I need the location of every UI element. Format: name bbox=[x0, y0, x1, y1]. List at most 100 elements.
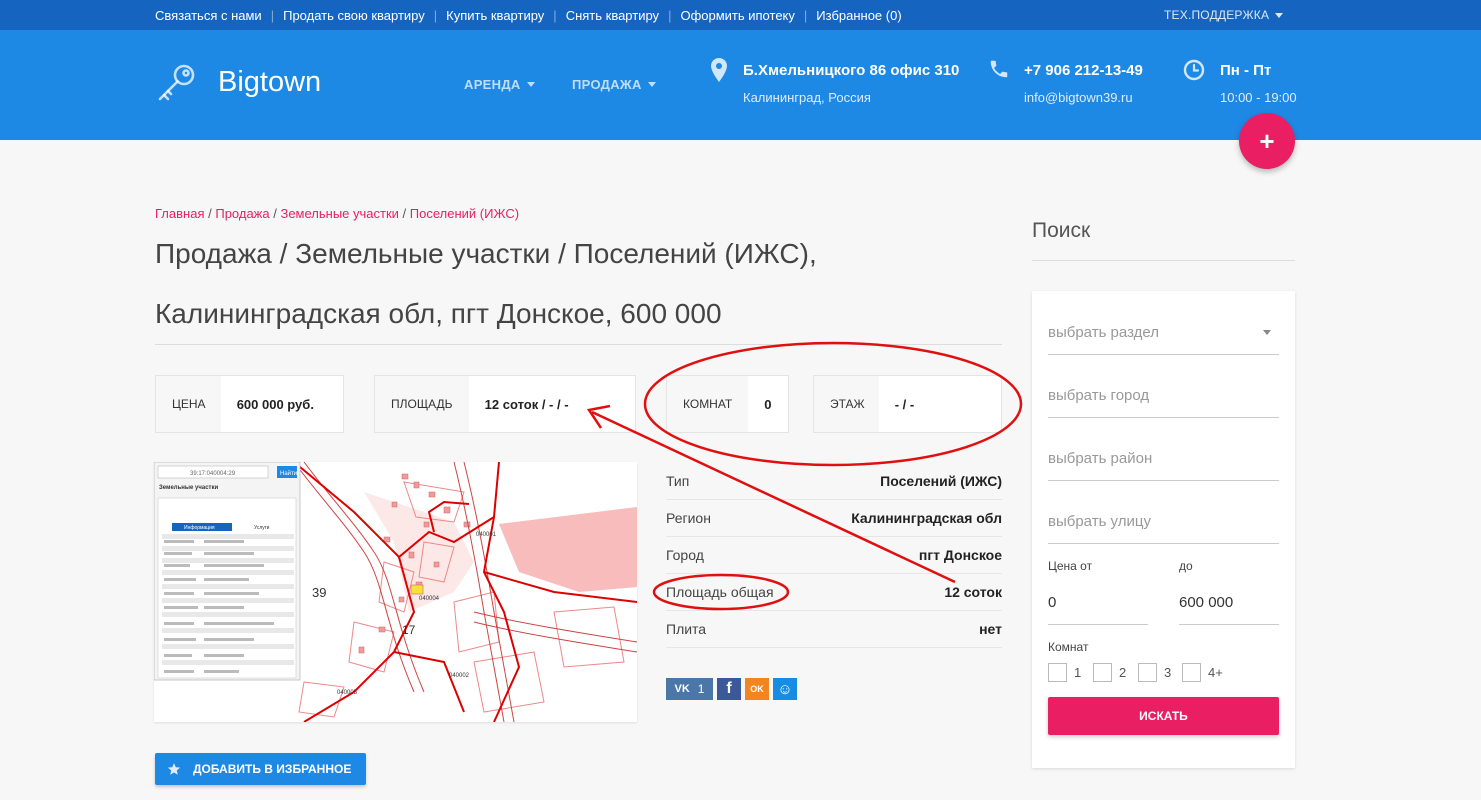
stat-area: ПЛОЩАДЬ 12 соток / - / - bbox=[374, 375, 636, 433]
add-listing-button[interactable]: + bbox=[1239, 113, 1295, 169]
section-select-placeholder: выбрать раздел bbox=[1048, 324, 1159, 341]
rooms-checkbox-1[interactable]: 1 bbox=[1048, 663, 1081, 682]
map-canvas[interactable]: 39 17 040004 040001 040002 040005 39:17:… bbox=[154, 462, 637, 722]
stat-price-value: 600 000 руб. bbox=[220, 376, 343, 432]
map-tab-services[interactable]: Услуги bbox=[254, 525, 270, 531]
breadcrumb-separator: / bbox=[402, 206, 410, 221]
support-dropdown[interactable]: ТЕХ.ПОДДЕРЖКА bbox=[1164, 0, 1284, 30]
top-nav-rent[interactable]: Снять квартиру bbox=[566, 8, 659, 23]
detail-value: нет bbox=[979, 621, 1002, 637]
nav-rent-dropdown[interactable]: АРЕНДА bbox=[464, 77, 535, 92]
map-label-17: 17 bbox=[402, 623, 416, 637]
price-to-label: до bbox=[1179, 559, 1193, 573]
checkbox-box[interactable] bbox=[1093, 663, 1112, 682]
add-to-favorites-button[interactable]: ДОБАВИТЬ В ИЗБРАННОЕ bbox=[155, 753, 366, 785]
detail-key: Тип bbox=[666, 473, 690, 489]
map-pin-icon bbox=[711, 58, 727, 82]
rooms-option-label: 4+ bbox=[1208, 665, 1223, 680]
price-to-input[interactable]: 600 000 bbox=[1179, 581, 1279, 625]
street-input[interactable]: выбрать улицу bbox=[1048, 500, 1279, 544]
search-button[interactable]: ИСКАТЬ bbox=[1048, 697, 1279, 735]
chevron-down-icon bbox=[526, 82, 535, 87]
section-select[interactable]: выбрать раздел bbox=[1048, 311, 1279, 355]
breadcrumb-settlement[interactable]: Поселений (ИЖС) bbox=[410, 206, 519, 221]
search-title: Поиск bbox=[1032, 219, 1091, 242]
search-divider bbox=[1032, 260, 1295, 261]
stat-rooms: КОМНАТ 0 bbox=[666, 375, 789, 433]
stat-rooms-label: КОМНАТ bbox=[683, 397, 733, 411]
rooms-label: Комнат bbox=[1048, 640, 1089, 654]
stat-price: ЦЕНА 600 000 руб. bbox=[155, 375, 344, 433]
detail-row-city: Город пгт Донское bbox=[666, 537, 1002, 574]
detail-key: Плита bbox=[666, 621, 707, 637]
address-text: Б.Хмельницкого 86 офис 310 bbox=[743, 62, 960, 79]
rooms-checkbox-3[interactable]: 3 bbox=[1138, 663, 1171, 682]
checkbox-box[interactable] bbox=[1048, 663, 1067, 682]
facebook-share-button[interactable]: f bbox=[717, 678, 741, 700]
odnoklassniki-icon: OK bbox=[750, 684, 764, 694]
detail-value: 12 соток bbox=[944, 584, 1002, 600]
selected-parcel[interactable] bbox=[410, 584, 424, 595]
rooms-checkbox-4plus[interactable]: 4+ bbox=[1182, 663, 1223, 682]
rooms-checkbox-2[interactable]: 2 bbox=[1093, 663, 1126, 682]
email-link[interactable]: info@bigtown39.ru bbox=[1024, 90, 1133, 105]
add-to-favorites-label: ДОБАВИТЬ В ИЗБРАННОЕ bbox=[193, 762, 352, 776]
stat-area-label: ПЛОЩАДЬ bbox=[391, 397, 453, 411]
plus-icon: + bbox=[1259, 125, 1275, 156]
city-input[interactable]: выбрать город bbox=[1048, 374, 1279, 418]
breadcrumb-sale[interactable]: Продажа bbox=[215, 206, 269, 221]
support-label: ТЕХ.ПОДДЕРЖКА bbox=[1164, 8, 1270, 22]
phone-text[interactable]: +7 906 212-13-49 bbox=[1024, 62, 1143, 79]
mailru-icon: ☺ bbox=[777, 680, 793, 698]
detail-value: Поселений (ИЖС) bbox=[880, 473, 1002, 489]
top-nav-contact[interactable]: Связаться с нами bbox=[155, 8, 262, 23]
checkbox-box[interactable] bbox=[1138, 663, 1157, 682]
page-title-line1: Продажа / Земельные участки / Поселений … bbox=[155, 238, 817, 269]
district-input-placeholder: выбрать район bbox=[1048, 450, 1153, 467]
vk-share-button[interactable]: VK 1 bbox=[666, 678, 713, 700]
chevron-down-icon bbox=[1263, 330, 1271, 335]
map-label-39: 39 bbox=[312, 585, 326, 600]
top-nav-favorites[interactable]: Избранное (0) bbox=[816, 8, 901, 23]
top-nav-sell[interactable]: Продать свою квартиру bbox=[283, 8, 425, 23]
price-from-input[interactable]: 0 bbox=[1048, 581, 1148, 625]
map-search-button-label: Найти bbox=[280, 470, 297, 477]
vk-share-count: 1 bbox=[697, 682, 705, 696]
breadcrumb-home[interactable]: Главная bbox=[155, 206, 204, 221]
detail-row-region: Регион Калининградская обл bbox=[666, 500, 1002, 537]
top-nav: Связаться с нами | Продать свою квартиру… bbox=[155, 0, 902, 30]
logo-text[interactable]: Bigtown bbox=[218, 66, 321, 99]
nav-sale-label: ПРОДАЖА bbox=[572, 77, 642, 92]
city-input-placeholder: выбрать город bbox=[1048, 387, 1150, 404]
star-icon bbox=[167, 763, 181, 775]
checkbox-box[interactable] bbox=[1182, 663, 1201, 682]
clock-icon bbox=[1183, 59, 1205, 81]
title-divider bbox=[155, 344, 1002, 345]
stat-floor: ЭТАЖ - / - bbox=[813, 375, 1002, 433]
cadastral-map[interactable]: 39 17 040004 040001 040002 040005 39:17:… bbox=[154, 462, 637, 722]
detail-row-type: Тип Поселений (ИЖС) bbox=[666, 463, 1002, 500]
top-nav-buy[interactable]: Купить квартиру bbox=[446, 8, 544, 23]
breadcrumb: Главная / Продажа / Земельные участки / … bbox=[155, 206, 519, 221]
social-share: VK 1 f OK ☺ bbox=[666, 678, 797, 700]
chevron-down-icon bbox=[1275, 12, 1284, 18]
district-input[interactable]: выбрать район bbox=[1048, 437, 1279, 481]
map-tab-info[interactable]: Информация bbox=[184, 525, 215, 531]
page-title-line2: Калининградская обл, пгт Донское, 600 00… bbox=[155, 298, 722, 329]
work-hours: 10:00 - 19:00 bbox=[1220, 90, 1297, 105]
mailru-share-button[interactable]: ☺ bbox=[773, 678, 797, 700]
detail-key: Регион bbox=[666, 510, 711, 526]
odnoklassniki-share-button[interactable]: OK bbox=[745, 678, 769, 700]
breadcrumb-land[interactable]: Земельные участки bbox=[280, 206, 398, 221]
map-search-value[interactable]: 39:17:040004:29 bbox=[190, 471, 236, 477]
separator: | bbox=[433, 7, 438, 23]
street-input-placeholder: выбрать улицу bbox=[1048, 513, 1151, 530]
map-label-040001: 040001 bbox=[476, 532, 497, 538]
top-nav-mortgage[interactable]: Оформить ипотеку bbox=[680, 8, 794, 23]
vk-icon: VK bbox=[674, 683, 690, 695]
rooms-option-label: 1 bbox=[1074, 665, 1082, 680]
nav-rent-label: АРЕНДА bbox=[464, 77, 521, 92]
top-bar: Связаться с нами | Продать свою квартиру… bbox=[0, 0, 1481, 30]
nav-sale-dropdown[interactable]: ПРОДАЖА bbox=[572, 77, 656, 92]
rooms-option-label: 2 bbox=[1119, 665, 1127, 680]
